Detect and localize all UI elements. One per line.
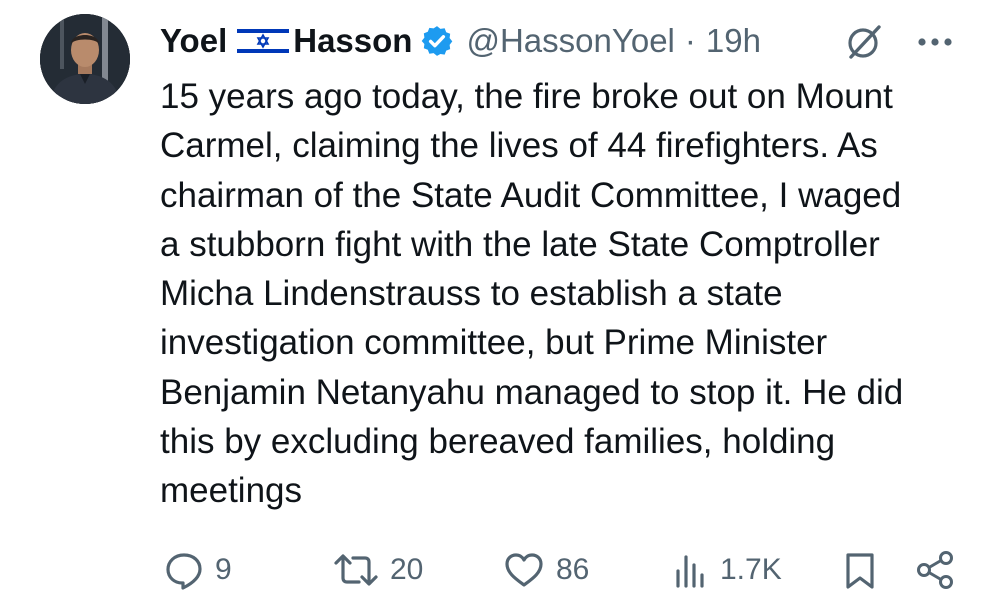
reply-icon — [166, 553, 202, 590]
like-button[interactable]: 86 — [502, 545, 589, 595]
post-text: 15 years ago today, the fire broke out o… — [160, 77, 904, 511]
bookmark-button[interactable] — [840, 545, 880, 595]
views-button[interactable]: 1.7K — [672, 545, 782, 595]
author-name-last[interactable]: Hasson — [293, 22, 412, 60]
verified-badge-icon[interactable] — [420, 24, 454, 58]
repost-count: 20 — [390, 553, 424, 586]
grok-icon[interactable] — [842, 20, 886, 64]
action-bar: 9 20 86 1.7K — [0, 545, 1000, 595]
share-icon — [917, 551, 953, 589]
avatar[interactable] — [40, 14, 130, 104]
israel-flag-icon — [237, 26, 290, 56]
post-timestamp[interactable]: 19h — [706, 22, 761, 60]
views-icon — [676, 555, 704, 588]
avatar-photo — [40, 14, 130, 104]
bookmark-icon — [846, 553, 874, 589]
more-icon[interactable] — [912, 20, 958, 64]
like-count: 86 — [556, 553, 590, 586]
like-icon — [505, 553, 543, 587]
separator-dot: · — [684, 22, 696, 59]
repost-icon — [334, 554, 378, 586]
views-count: 1.7K — [720, 553, 782, 586]
reply-count: 9 — [215, 553, 232, 586]
share-button[interactable] — [912, 545, 958, 595]
author-handle[interactable]: @HassonYoel — [466, 22, 674, 60]
reply-button[interactable]: 9 — [163, 545, 232, 595]
repost-button[interactable]: 20 — [332, 545, 423, 595]
author-name-first[interactable]: Yoel — [160, 22, 227, 60]
